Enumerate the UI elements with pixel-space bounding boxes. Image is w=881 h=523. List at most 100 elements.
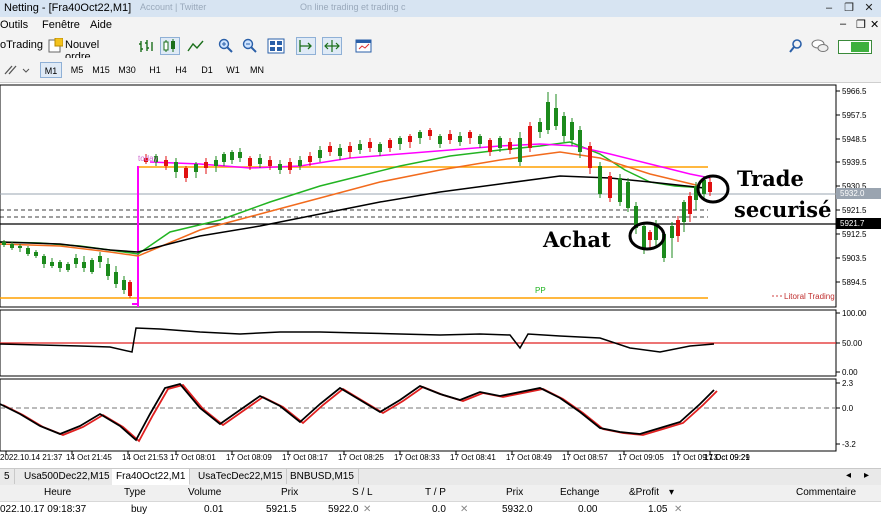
timeframe-h1[interactable]: H1 <box>144 62 166 78</box>
time-label: 17 Oct 08:49 <box>506 453 552 462</box>
candle-body <box>348 146 352 152</box>
price-label: 5939.5 <box>842 158 867 167</box>
timeframe-h4[interactable]: H4 <box>170 62 192 78</box>
time-label: 17 Oct 08:01 <box>170 453 216 462</box>
line-chart-icon[interactable] <box>186 37 206 55</box>
background-tab-1[interactable]: Account | Twitter <box>140 2 206 15</box>
candle-body <box>338 148 342 156</box>
col-tp[interactable]: T / P <box>425 487 446 498</box>
time-label: 17 Oct 08:17 <box>282 453 328 462</box>
candle-body <box>164 160 168 166</box>
mdi-close-icon[interactable]: ✕ <box>870 18 879 31</box>
candle-body <box>688 196 692 214</box>
candle-body <box>448 134 452 140</box>
symbol-tab[interactable]: 5 <box>0 469 15 484</box>
candle-body <box>578 130 582 152</box>
col-echange[interactable]: Echange <box>560 487 599 498</box>
auto-scroll-icon[interactable] <box>322 37 342 55</box>
time-label: 17 Oct 08:57 <box>562 453 608 462</box>
timeframe-m1[interactable]: M1 <box>40 62 62 78</box>
remove-tp-icon[interactable]: ✕ <box>460 504 468 515</box>
symbol-tab[interactable]: BNBUSD,M15 <box>286 469 359 484</box>
timeframe-m5[interactable]: M5 <box>66 62 88 78</box>
col-prix2[interactable]: Prix <box>506 487 523 498</box>
col-volume[interactable]: Volume <box>188 487 221 498</box>
candle-body <box>398 138 402 144</box>
menu-fenetre[interactable]: Fenêtre <box>42 19 80 31</box>
symbol-tab[interactable]: UsaTecDec22,M15 <box>194 469 288 484</box>
timeframe-m15[interactable]: M15 <box>90 62 112 78</box>
candle-body <box>546 102 550 130</box>
mdi-restore-icon[interactable]: ❐ <box>856 18 866 31</box>
symbol-tabs: 5 Usa500Dec22,M15 Fra40Oct22,M1 UsaTecDec22… <box>0 468 881 485</box>
timeframe-d1[interactable]: D1 <box>196 62 218 78</box>
table-row[interactable]: 022.10.17 09:18:37 buy 0.01 5921.5 5922.… <box>0 502 881 518</box>
candle-body <box>90 260 94 272</box>
price-label: 5912.5 <box>842 230 867 239</box>
time-label: 17 Oct 08:09 <box>226 453 272 462</box>
candle-body <box>438 136 442 144</box>
tile-windows-icon[interactable] <box>266 37 286 55</box>
zoom-in-icon[interactable] <box>216 37 236 55</box>
cell-echange: 0.00 <box>578 504 598 515</box>
candle-body <box>114 272 118 284</box>
new-order-button[interactable]: Nouvel ordre <box>46 37 124 63</box>
menu-outils[interactable]: Outils <box>0 19 28 31</box>
candle-body <box>230 152 234 160</box>
candle-body <box>58 262 62 268</box>
timeframe-m30[interactable]: M30 <box>116 62 138 78</box>
col-sl[interactable]: S / L <box>352 487 373 498</box>
bar-chart-icon[interactable] <box>136 37 156 55</box>
scroll-left-icon[interactable]: ◂ <box>846 470 851 481</box>
candle-body <box>268 160 272 166</box>
search-icon[interactable] <box>786 37 806 55</box>
algo-trading-button[interactable]: oTrading <box>0 39 43 51</box>
candle-body <box>50 262 54 266</box>
time-label: 17 Oct 09:29 <box>704 453 750 462</box>
cell-prix: 5921.5 <box>266 504 297 515</box>
chart-shift-icon[interactable] <box>296 37 316 55</box>
restore-icon[interactable]: ❐ <box>840 1 858 15</box>
candle-body <box>648 232 652 240</box>
timeframe-mn[interactable]: MN <box>246 62 268 78</box>
candle-body <box>74 258 78 264</box>
remove-sl-icon[interactable]: ✕ <box>363 504 371 515</box>
col-profit[interactable]: &Profit <box>629 487 659 498</box>
timeframe-w1[interactable]: W1 <box>222 62 244 78</box>
scroll-right-icon[interactable]: ▸ <box>864 470 869 481</box>
close-position-icon[interactable]: ✕ <box>674 504 682 515</box>
minimize-icon[interactable]: – <box>820 1 838 15</box>
price-chart[interactable]: 5966.55957.55948.55939.55930.55921.55912… <box>0 82 881 468</box>
background-tab-2[interactable]: On line trading et trading c <box>300 2 406 15</box>
mdi-minimize-icon[interactable]: – <box>840 18 846 30</box>
connection-status-icon[interactable] <box>838 40 872 54</box>
col-commentaire[interactable]: Commentaire <box>796 487 856 498</box>
sort-arrow-icon[interactable]: ▾ <box>669 487 674 498</box>
title-bar: Netting - [Fra40Oct22,M1] Account | Twit… <box>0 0 881 18</box>
candle-body <box>106 264 110 276</box>
line-tools-icon[interactable] <box>2 61 32 79</box>
candle-body <box>518 138 522 162</box>
trade-annotation-line2: securisé <box>734 197 831 222</box>
time-label: 14 Oct 21:45 <box>66 453 112 462</box>
chat-icon[interactable] <box>810 37 830 55</box>
candle-body <box>708 182 712 192</box>
time-label: 14 Oct 21:53 <box>122 453 168 462</box>
col-type[interactable]: Type <box>124 487 146 498</box>
symbol-tab[interactable]: Usa500Dec22,M15 <box>20 469 115 484</box>
candlestick-icon[interactable] <box>160 37 180 55</box>
chart-window[interactable]: 5966.5 5957.5 5948.5 5939.5 5930.5 5921.5 5912… <box>0 82 881 468</box>
candle-body <box>418 132 422 138</box>
osc-label: 0.0 <box>842 404 854 413</box>
symbol-tab[interactable]: Fra40Oct22,M1 <box>112 469 191 485</box>
zoom-out-icon[interactable] <box>240 37 260 55</box>
candle-body <box>670 226 674 238</box>
col-heure[interactable]: Heure <box>44 487 71 498</box>
rsi-label: 50.00 <box>842 339 863 348</box>
candle-body <box>288 162 292 170</box>
col-prix[interactable]: Prix <box>281 487 298 498</box>
menu-aide[interactable]: Aide <box>90 19 112 31</box>
close-icon[interactable]: ✕ <box>860 1 878 15</box>
candle-body <box>2 242 6 245</box>
templates-icon[interactable] <box>354 37 374 55</box>
